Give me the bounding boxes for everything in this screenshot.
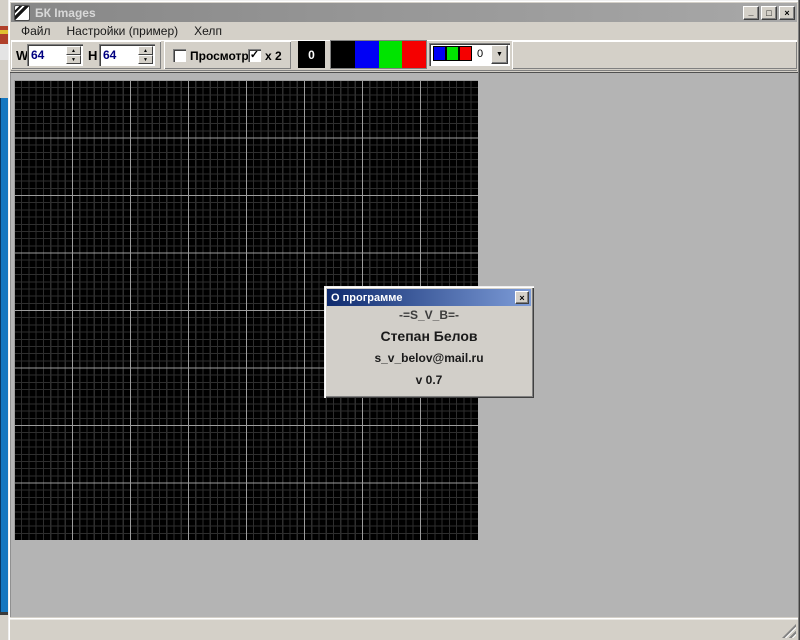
menu-item-settings[interactable]: Настройки (пример) bbox=[61, 23, 185, 39]
combobox-swatch-red bbox=[459, 46, 472, 61]
width-spin-down-icon[interactable]: ▼ bbox=[66, 55, 81, 64]
menu-item-file[interactable]: Файл bbox=[15, 23, 57, 39]
about-dialog-title: О программе bbox=[331, 292, 403, 304]
palette-combobox[interactable]: 0 ▼ bbox=[429, 43, 510, 66]
combobox-dropdown-icon[interactable]: ▼ bbox=[491, 45, 508, 64]
palette-swatch-green[interactable] bbox=[379, 41, 403, 68]
about-dialog-title-bar[interactable]: О программе × bbox=[327, 289, 531, 306]
menu-item-help[interactable]: Хелп bbox=[188, 23, 228, 39]
preview-checkbox-label[interactable]: Просмотр bbox=[190, 49, 249, 63]
about-author-email: s_v_belov@mail.ru bbox=[324, 351, 534, 365]
palette bbox=[331, 41, 426, 68]
app-icon bbox=[14, 5, 30, 21]
view-group: Просмотр ✓ x 2 bbox=[164, 41, 291, 69]
menu-bar: Файл Настройки (пример) Хелп bbox=[11, 22, 797, 40]
height-input[interactable] bbox=[103, 47, 133, 63]
background-window-sliver bbox=[0, 0, 8, 640]
title-bar[interactable]: БК Images _ □ × bbox=[11, 3, 797, 22]
palette-swatch-black[interactable] bbox=[331, 41, 355, 68]
window-title: БК Images bbox=[35, 6, 96, 20]
zoom2x-checkbox[interactable]: ✓ bbox=[248, 49, 261, 62]
palette-swatch-blue[interactable] bbox=[355, 41, 379, 68]
width-spinner: ▲ ▼ bbox=[27, 44, 83, 66]
color-index-box[interactable]: 0 bbox=[298, 41, 325, 68]
height-spin-up-icon[interactable]: ▲ bbox=[138, 46, 153, 55]
about-dialog: О программе × -=S_V_B=- Степан Белов s_v… bbox=[324, 286, 534, 398]
combobox-swatches bbox=[433, 46, 472, 61]
height-spinner: ▲ ▼ bbox=[99, 44, 155, 66]
about-author-name: Степан Белов bbox=[324, 328, 534, 344]
background-window-icon-fragment2 bbox=[0, 30, 8, 34]
background-window-fragment bbox=[0, 44, 8, 60]
minimize-button[interactable]: _ bbox=[743, 6, 759, 20]
height-spin-buttons: ▲ ▼ bbox=[138, 46, 153, 64]
width-spin-up-icon[interactable]: ▲ bbox=[66, 46, 81, 55]
about-app-name: -=S_V_B=- bbox=[324, 308, 534, 322]
width-input[interactable] bbox=[31, 47, 61, 63]
background-window-icon-fragment bbox=[0, 26, 8, 44]
background-window-bottom bbox=[0, 615, 8, 640]
combobox-value: 0 bbox=[477, 48, 483, 60]
about-dialog-close-icon[interactable]: × bbox=[515, 291, 529, 304]
status-bar bbox=[10, 618, 798, 640]
about-version: v 0.7 bbox=[324, 373, 534, 387]
width-spin-buttons: ▲ ▼ bbox=[66, 46, 81, 64]
palette-swatch-red[interactable] bbox=[402, 41, 426, 68]
window-controls: _ □ × bbox=[743, 6, 795, 20]
height-label: H bbox=[88, 48, 97, 63]
background-window-fragment2 bbox=[0, 60, 8, 98]
height-spin-down-icon[interactable]: ▼ bbox=[138, 55, 153, 64]
preview-checkbox[interactable] bbox=[173, 49, 186, 62]
toolbar-empty-panel bbox=[512, 41, 797, 69]
combobox-swatch-blue bbox=[433, 46, 446, 61]
resize-grip-icon[interactable] bbox=[782, 624, 796, 638]
combobox-swatch-green bbox=[446, 46, 459, 61]
close-button[interactable]: × bbox=[779, 6, 795, 20]
maximize-button[interactable]: □ bbox=[761, 6, 777, 20]
size-group: W ▲ ▼ H ▲ ▼ bbox=[11, 41, 161, 69]
toolbar: W ▲ ▼ H ▲ ▼ Просмотр ✓ x 2 bbox=[11, 40, 797, 71]
zoom2x-checkbox-label[interactable]: x 2 bbox=[265, 49, 282, 63]
